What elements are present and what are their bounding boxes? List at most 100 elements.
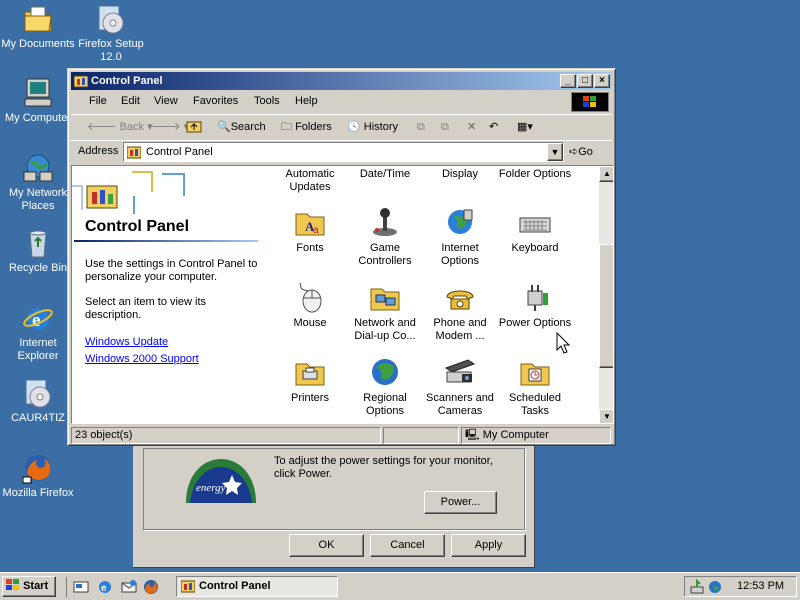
address-input[interactable]: Control Panel ▼ <box>123 142 564 162</box>
desktop-icon-firefox-setup[interactable]: Firefox Setup 12.0 <box>73 3 149 64</box>
delete-button[interactable]: ✕ <box>467 119 476 135</box>
desktop-icon-my-computer[interactable]: My Computer <box>0 77 76 125</box>
svg-text:e: e <box>101 583 107 594</box>
apply-button[interactable]: Apply <box>451 534 526 557</box>
show-desktop-icon[interactable] <box>73 579 89 598</box>
undo-icon: ↶ <box>489 121 499 133</box>
search-button[interactable]: 🔍Search <box>217 119 266 135</box>
firefox-icon[interactable] <box>143 579 159 598</box>
vertical-scrollbar[interactable]: ▲ ▼ <box>599 166 613 423</box>
content-area: Control Panel Use the settings in Contro… <box>71 165 614 424</box>
pane-hint: Select an item to view its description. <box>85 296 207 321</box>
item-fonts[interactable]: Aa Fonts <box>272 206 348 255</box>
firefox-icon <box>22 452 54 484</box>
menu-tools[interactable]: Tools <box>254 95 280 107</box>
menu-view[interactable]: View <box>154 95 178 107</box>
desktop-icon-mozilla-firefox[interactable]: Mozilla Firefox <box>0 452 76 500</box>
item-date-time[interactable]: Date/Time <box>347 168 423 181</box>
maximize-button[interactable]: □ <box>577 74 593 88</box>
power-button[interactable]: Power... <box>424 491 497 514</box>
go-arrow-icon: ➪ <box>569 146 579 158</box>
mouse-cursor-icon <box>556 331 571 354</box>
history-button[interactable]: 🕓 History <box>347 119 398 135</box>
menu-file[interactable]: File <box>89 95 107 107</box>
clock[interactable]: 12:53 PM <box>737 580 784 592</box>
internet-explorer-icon[interactable]: e <box>97 579 113 598</box>
desktop-icon-caur4tiz[interactable]: CAUR4TIZ <box>0 377 76 425</box>
window-title: Control Panel <box>91 75 163 87</box>
desktop-icon-internet-explorer[interactable]: e Internet Explorer <box>0 302 76 363</box>
item-regional-options[interactable]: Regional Options <box>347 356 423 418</box>
item-automatic-updates[interactable]: Automatic Updates <box>272 168 348 194</box>
copy-to-button[interactable]: ⧉ <box>441 119 449 135</box>
desktop-icon-my-documents[interactable]: My Documents <box>0 3 76 51</box>
network-icon <box>22 152 54 184</box>
installer-cd-icon <box>22 377 54 409</box>
desktop-icon-label: My Documents <box>1 38 75 50</box>
copy-to-icon: ⧉ <box>441 121 449 133</box>
status-object-count: 23 object(s) <box>71 427 381 444</box>
forward-arrow-icon: 🡒 <box>151 121 181 133</box>
windows-logo-icon <box>571 92 609 112</box>
scanner-icon <box>444 356 476 388</box>
desktop-icon-label: Internet Explorer <box>17 337 59 362</box>
joystick-icon <box>369 206 401 238</box>
item-game-controllers[interactable]: Game Controllers <box>347 206 423 268</box>
safely-remove-hardware-icon[interactable] <box>689 578 705 598</box>
pane-description: Use the settings in Control Panel to per… <box>85 258 258 283</box>
menu-favorites[interactable]: Favorites <box>193 95 238 107</box>
move-to-button[interactable]: ⧉ <box>417 119 425 135</box>
outlook-express-icon[interactable] <box>121 579 137 598</box>
minimize-button[interactable]: _ <box>560 74 576 88</box>
item-mouse[interactable]: Mouse <box>272 281 348 330</box>
desktop-icon-label: My Computer <box>4 112 72 124</box>
taskbar-button-control-panel[interactable]: Control Panel <box>176 576 338 597</box>
folders-button[interactable]: 🗀 Folders <box>281 119 332 135</box>
desktop-icon-recycle-bin[interactable]: Recycle Bin <box>0 227 76 275</box>
menu-help[interactable]: Help <box>295 95 318 107</box>
printers-folder-icon <box>294 356 326 388</box>
item-keyboard[interactable]: Keyboard <box>497 206 573 255</box>
scroll-thumb[interactable] <box>599 244 613 368</box>
up-folder-button[interactable] <box>186 119 202 135</box>
item-power-options[interactable]: Power Options <box>497 281 573 330</box>
network-folder-icon <box>369 281 401 313</box>
title-bar[interactable]: Control Panel _ □ × <box>71 72 612 90</box>
ok-button[interactable]: OK <box>289 534 364 557</box>
windows-update-link[interactable]: Windows Update <box>85 336 168 349</box>
windows-2000-support-link[interactable]: Windows 2000 Support <box>85 353 199 366</box>
forward-button[interactable]: 🡒 ▾ <box>151 119 189 135</box>
status-zone: 🖳 My Computer <box>461 427 611 444</box>
svg-text:energy: energy <box>196 482 226 494</box>
go-button[interactable]: ➪Go <box>569 145 593 158</box>
back-button[interactable]: 🡐 Back ▾ <box>87 119 153 135</box>
views-button[interactable]: ▦▾ <box>517 119 533 135</box>
views-icon: ▦▾ <box>517 121 533 133</box>
delete-x-icon: ✕ <box>467 121 477 133</box>
item-scheduled-tasks[interactable]: Scheduled Tasks <box>497 356 573 418</box>
scroll-down-button[interactable]: ▼ <box>599 409 613 423</box>
start-button[interactable]: Start <box>2 576 56 597</box>
item-network-dialup[interactable]: Network and Dial-up Co... <box>347 281 423 343</box>
move-to-icon: ⧉ <box>417 121 425 133</box>
quick-launch: e <box>66 577 164 597</box>
undo-button[interactable]: ↶ <box>489 119 498 135</box>
scroll-up-button[interactable]: ▲ <box>599 166 613 182</box>
title-rule <box>74 240 258 242</box>
item-printers[interactable]: Printers <box>272 356 348 405</box>
close-button[interactable]: × <box>594 74 610 88</box>
address-dropdown-button[interactable]: ▼ <box>547 143 563 161</box>
cancel-button[interactable]: Cancel <box>370 534 445 557</box>
mouse-icon <box>294 281 326 313</box>
item-display[interactable]: Display <box>422 168 498 181</box>
menu-edit[interactable]: Edit <box>121 95 140 107</box>
item-phone-modem[interactable]: Phone and Modem ... <box>422 281 498 343</box>
desktop-icon-network-places[interactable]: My Network Places <box>0 152 76 213</box>
web-view-pane: Control Panel Use the settings in Contro… <box>72 166 258 423</box>
control-panel-icon <box>73 74 89 88</box>
item-scanners-cameras[interactable]: Scanners and Cameras <box>422 356 498 418</box>
network-connection-icon[interactable] <box>707 579 723 598</box>
item-folder-options[interactable]: Folder Options <box>497 168 573 181</box>
item-internet-options[interactable]: Internet Options <box>422 206 498 268</box>
search-icon: 🔍 <box>217 121 231 133</box>
